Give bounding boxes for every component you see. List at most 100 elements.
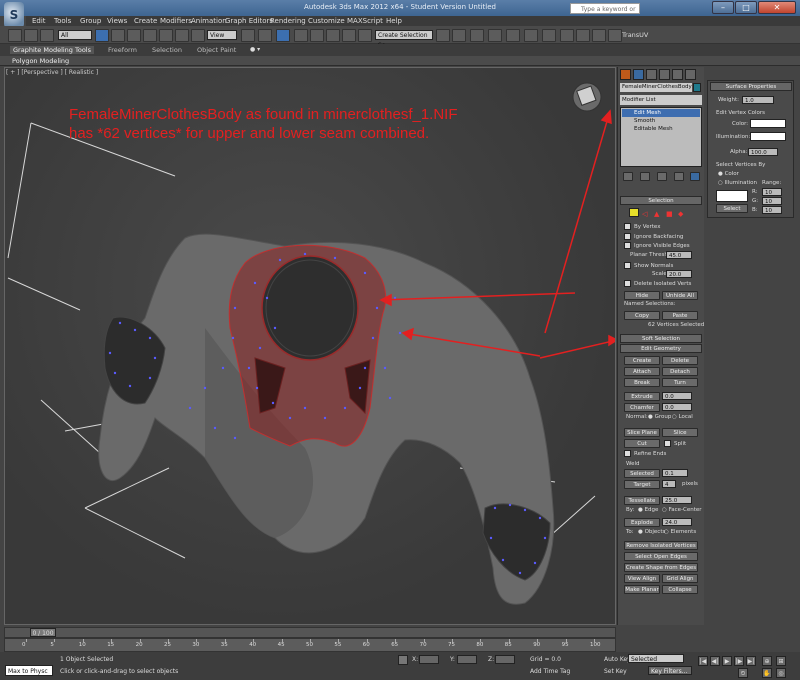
curve-editor-icon[interactable]: [506, 29, 520, 42]
y-coordinate-input[interactable]: [457, 655, 477, 664]
illumination-radio[interactable]: ○ Illumination: [718, 180, 757, 186]
soft-selection-rollout-header[interactable]: Soft Selection: [620, 334, 702, 343]
face-center-radio[interactable]: ○ Face-Center: [662, 507, 702, 513]
auto-key-button[interactable]: Auto Key: [604, 656, 631, 663]
menu-animation[interactable]: Animation: [191, 17, 227, 25]
menu-rendering[interactable]: Rendering: [270, 17, 306, 25]
chamfer-input[interactable]: 0.0: [662, 403, 692, 411]
detach-button[interactable]: Detach: [662, 367, 698, 376]
planar-thresh-input[interactable]: 45.0: [666, 251, 692, 259]
next-frame-icon[interactable]: |▶: [734, 656, 744, 666]
menu-modifiers[interactable]: Modifiers: [160, 17, 192, 25]
explode-button[interactable]: Explode: [624, 518, 660, 527]
delete-button[interactable]: Delete: [662, 356, 698, 365]
rendered-frame-icon[interactable]: [576, 29, 590, 42]
grid-align-button[interactable]: Grid Align: [662, 574, 698, 583]
modifier-list-dropdown[interactable]: Modifier List: [620, 95, 702, 105]
render-production-icon[interactable]: [592, 29, 606, 42]
refine-ends-checkbox[interactable]: Refine Ends: [624, 450, 666, 457]
weld-selected-button[interactable]: Selected: [624, 469, 660, 478]
collapse-button[interactable]: Collapse: [662, 585, 698, 594]
time-slider[interactable]: [4, 627, 616, 638]
close-icon[interactable]: ✕: [758, 1, 796, 14]
pan-icon[interactable]: ✋: [762, 668, 772, 678]
mirror-icon[interactable]: [436, 29, 450, 42]
stack-item-editable-mesh[interactable]: Editable Mesh: [622, 125, 700, 133]
key-mode-dropdown[interactable]: Selected: [628, 654, 684, 663]
tab-selection[interactable]: Selection: [152, 46, 182, 54]
alpha-input[interactable]: 100.0: [748, 148, 778, 156]
ref-coord-dropdown[interactable]: View: [207, 30, 237, 40]
unhide-all-button[interactable]: Unhide All: [662, 291, 698, 300]
minimize-icon[interactable]: –: [712, 1, 734, 14]
trans-uv-label[interactable]: TransUV: [622, 31, 648, 39]
menu-customize[interactable]: Customize: [308, 17, 345, 25]
select-scale-icon[interactable]: [191, 29, 205, 42]
menu-tools[interactable]: Tools: [54, 17, 71, 25]
select-manipulate-icon[interactable]: [258, 29, 272, 42]
set-key-button[interactable]: Set Key: [604, 668, 627, 675]
neck-opening[interactable]: [261, 255, 359, 361]
z-coordinate-input[interactable]: [495, 655, 515, 664]
utilities-tab-icon[interactable]: [685, 69, 696, 80]
perspective-viewport[interactable]: [4, 67, 616, 625]
create-button[interactable]: Create: [624, 356, 660, 365]
rect-selection-icon[interactable]: [127, 29, 141, 42]
app-logo-icon[interactable]: S: [4, 2, 24, 28]
element-mode-icon[interactable]: ◆: [678, 210, 683, 218]
edit-named-selection-icon[interactable]: [358, 29, 372, 42]
select-open-edges-button[interactable]: Select Open Edges: [624, 552, 698, 561]
remove-modifier-icon[interactable]: [674, 172, 684, 181]
by-vertex-checkbox[interactable]: By Vertex: [624, 223, 660, 230]
tessellate-input[interactable]: 25.0: [662, 496, 692, 504]
select-color-swatch[interactable]: [716, 190, 748, 202]
tab-graphite-modeling[interactable]: Graphite Modeling Tools: [10, 46, 95, 54]
window-crossing-icon[interactable]: [143, 29, 157, 42]
time-slider-thumb[interactable]: 0 / 100: [30, 628, 56, 637]
layer-manager-icon[interactable]: [470, 29, 484, 42]
spinner-snap-icon[interactable]: [342, 29, 356, 42]
show-end-result-icon[interactable]: [640, 172, 650, 181]
selection-filter-dropdown[interactable]: All: [58, 30, 92, 40]
tab-object-paint[interactable]: Object Paint: [197, 46, 236, 54]
search-input[interactable]: Type a keyword or phrase: [570, 3, 640, 24]
stack-item-smooth[interactable]: Smooth: [622, 117, 700, 125]
render-setup-icon[interactable]: [560, 29, 574, 42]
snap-toggle-icon[interactable]: [294, 29, 308, 42]
attach-button[interactable]: Attach: [624, 367, 660, 376]
menu-graph-editors[interactable]: Graph Editors: [225, 17, 273, 25]
slice-button[interactable]: Slice: [662, 428, 698, 437]
vertex-color-swatch[interactable]: [750, 119, 786, 128]
view-align-button[interactable]: View Align: [624, 574, 660, 583]
schematic-view-icon[interactable]: [524, 29, 538, 42]
pin-stack-icon[interactable]: [623, 172, 633, 181]
chamfer-button[interactable]: Chamfer: [624, 403, 660, 412]
goto-end-icon[interactable]: ▶|: [746, 656, 756, 666]
unlink-icon[interactable]: [24, 29, 38, 42]
create-shape-from-edges-button[interactable]: Create Shape from Edges: [624, 563, 698, 572]
select-vertices-button[interactable]: Select: [716, 204, 748, 213]
ignore-visible-edges-checkbox[interactable]: Ignore Visible Edges: [624, 242, 690, 249]
explode-input[interactable]: 24.0: [662, 518, 692, 526]
percent-snap-icon[interactable]: [326, 29, 340, 42]
align-icon[interactable]: [452, 29, 466, 42]
select-move-icon[interactable]: [159, 29, 173, 42]
named-selection-dropdown[interactable]: Create Selection Se: [375, 30, 433, 49]
split-checkbox[interactable]: Split: [664, 440, 686, 447]
paste-button[interactable]: Paste: [662, 311, 698, 320]
extrude-button[interactable]: Extrude: [624, 392, 660, 401]
menu-group[interactable]: Group: [80, 17, 101, 25]
configure-modifier-sets-icon[interactable]: [690, 172, 700, 181]
g-range-input[interactable]: 10: [762, 197, 782, 205]
make-unique-icon[interactable]: [657, 172, 667, 181]
viewport-label-menu[interactable]: [ + ] [Perspective ] [ Realistic ]: [6, 69, 98, 76]
menu-views[interactable]: Views: [107, 17, 127, 25]
r-range-input[interactable]: 10: [762, 188, 782, 196]
create-tab-icon[interactable]: [620, 69, 631, 80]
select-object-icon[interactable]: [95, 29, 109, 42]
ribbon-options-icon[interactable]: ● ▾: [250, 46, 260, 53]
weight-input[interactable]: 1.0: [742, 96, 774, 104]
time-config-icon[interactable]: ⏲: [738, 668, 748, 678]
vertex-mode-icon[interactable]: [629, 208, 639, 217]
viewcube[interactable]: [572, 82, 602, 112]
